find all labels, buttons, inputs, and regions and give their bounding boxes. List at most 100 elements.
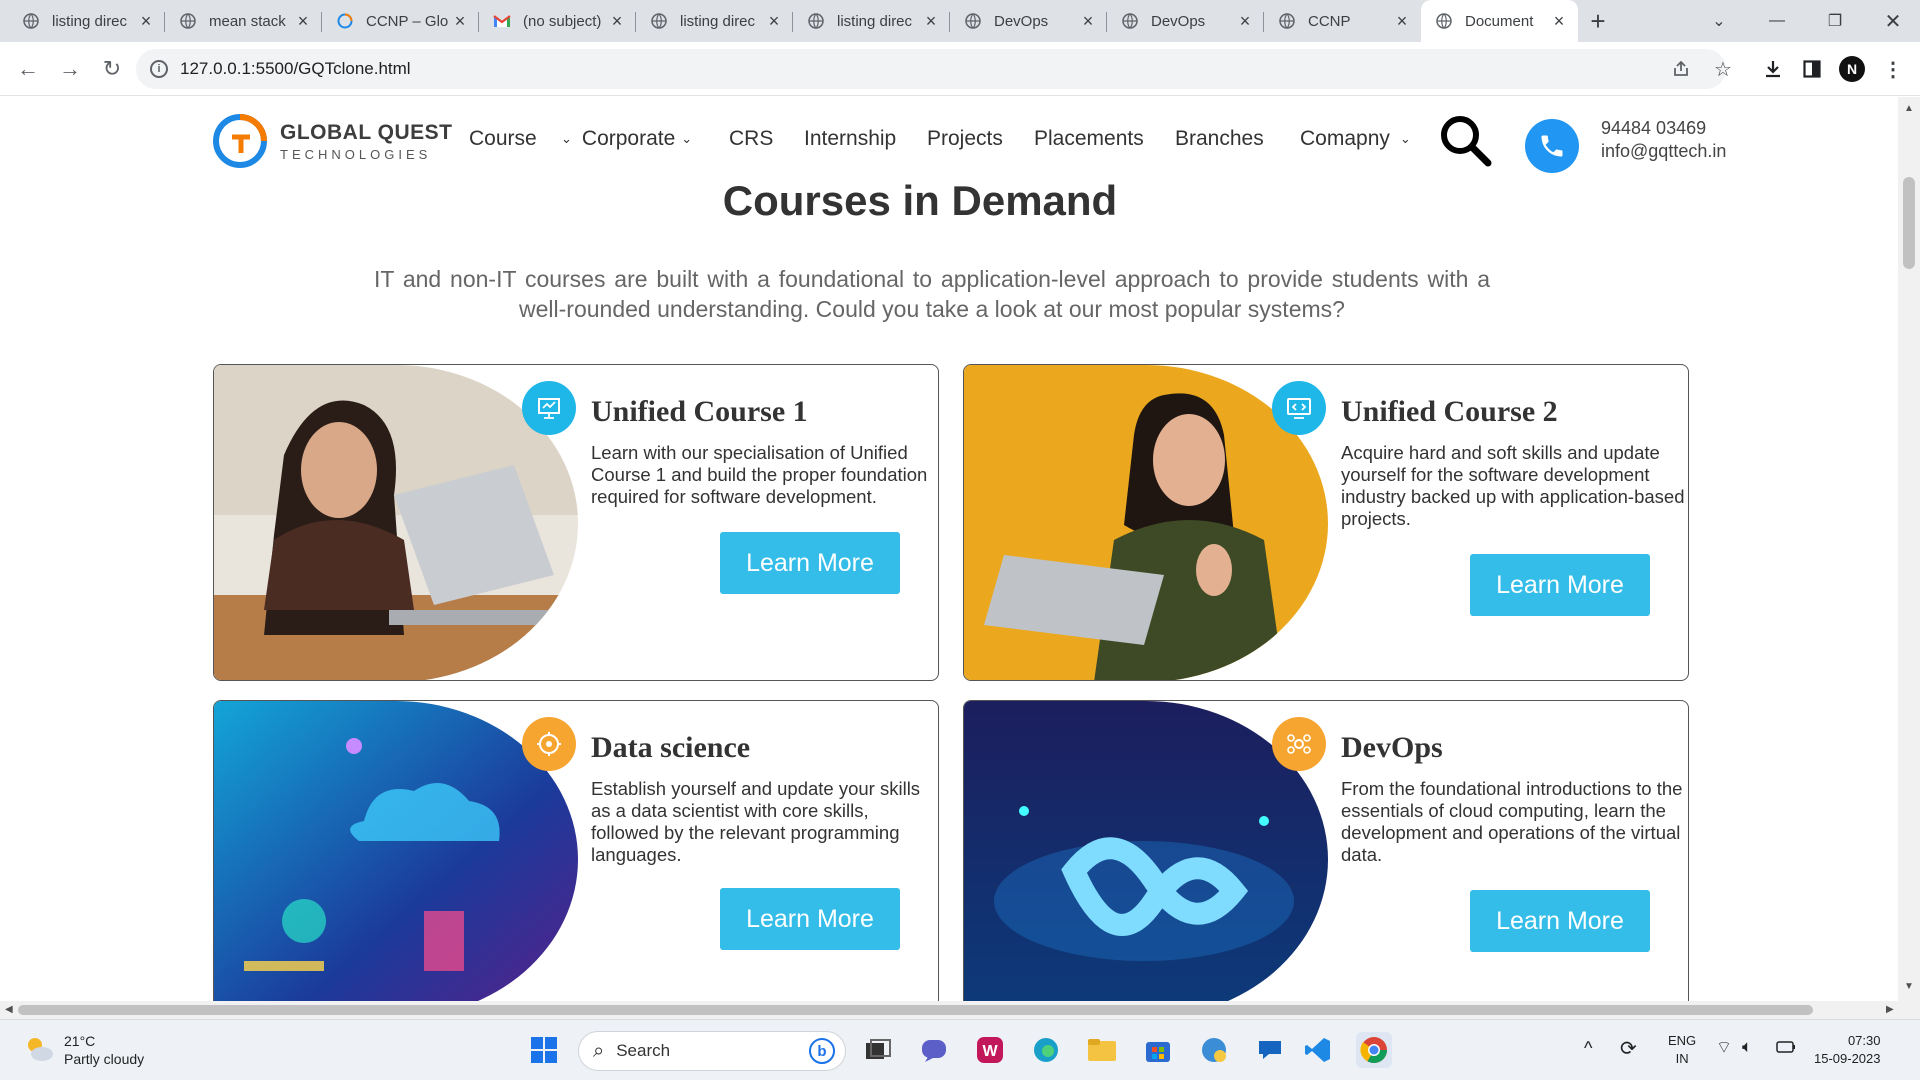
browser-tab[interactable]: Document × bbox=[1421, 0, 1578, 42]
card-title: Unified Course 2 bbox=[1341, 395, 1558, 428]
forward-button[interactable]: → bbox=[50, 49, 90, 89]
language-indicator[interactable]: ENG IN bbox=[1668, 1032, 1696, 1068]
app-w-icon[interactable]: W bbox=[972, 1032, 1008, 1068]
windows-start-icon[interactable] bbox=[526, 1032, 562, 1068]
side-panel-icon[interactable] bbox=[1797, 54, 1827, 84]
data-gear-icon bbox=[522, 717, 576, 771]
weather-widget[interactable]: 21°C Partly cloudy bbox=[64, 1032, 144, 1068]
section-heading: Courses in Demand bbox=[722, 177, 1118, 224]
weather-icon[interactable] bbox=[22, 1032, 56, 1071]
minimize-button[interactable]: — bbox=[1748, 0, 1806, 42]
close-tab-icon[interactable]: × bbox=[1393, 11, 1411, 32]
edge-icon[interactable] bbox=[1028, 1032, 1064, 1068]
browser-tab[interactable]: DevOps × bbox=[950, 0, 1107, 42]
search-icon[interactable] bbox=[1438, 113, 1492, 167]
scroll-thumb[interactable] bbox=[18, 1005, 1813, 1015]
clock[interactable]: 07:30 15-09-2023 bbox=[1814, 1032, 1881, 1068]
close-tab-icon[interactable]: × bbox=[608, 11, 626, 32]
browser-tab-strip: listing direc × mean stack × CCNP – Glo × (no … bbox=[0, 0, 1920, 42]
vscode-icon[interactable] bbox=[1300, 1032, 1336, 1068]
tab-search-chevron-icon[interactable]: ⌄ bbox=[1690, 0, 1748, 42]
task-view-icon[interactable] bbox=[860, 1032, 896, 1068]
nav-projects[interactable]: Projects bbox=[927, 127, 1003, 151]
python-icon[interactable] bbox=[1196, 1032, 1232, 1068]
nav-crs[interactable]: CRS bbox=[729, 127, 773, 151]
close-tab-icon[interactable]: × bbox=[922, 11, 940, 32]
browser-tab[interactable]: listing direc × bbox=[8, 0, 165, 42]
show-hidden-icons-chevron-icon[interactable]: ^ bbox=[1584, 1038, 1592, 1059]
bookmark-star-icon[interactable]: ☆ bbox=[1708, 54, 1738, 84]
learn-more-button[interactable]: Learn More bbox=[720, 888, 900, 950]
scroll-down-icon[interactable]: ▼ bbox=[1904, 981, 1914, 992]
taskbar-search-box[interactable]: ⌕ Search b bbox=[578, 1031, 846, 1071]
back-button[interactable]: ← bbox=[8, 49, 48, 89]
gqt-logo-icon bbox=[212, 113, 268, 169]
scroll-thumb[interactable] bbox=[1903, 177, 1915, 269]
close-tab-icon[interactable]: × bbox=[294, 11, 312, 32]
nav-internship[interactable]: Internship bbox=[804, 127, 896, 151]
learn-more-button[interactable]: Learn More bbox=[1470, 890, 1650, 952]
card-title: Unified Course 1 bbox=[591, 395, 808, 428]
phone-number[interactable]: 94484 03469 bbox=[1601, 117, 1726, 140]
web-page: GLOBAL QUEST TECHNOLOGIES Course ⌄ Corpor… bbox=[0, 97, 1898, 1001]
close-window-button[interactable]: ✕ bbox=[1864, 0, 1920, 42]
close-tab-icon[interactable]: × bbox=[1079, 11, 1097, 32]
close-tab-icon[interactable]: × bbox=[765, 11, 783, 32]
close-tab-icon[interactable]: × bbox=[137, 11, 155, 32]
globe-icon bbox=[964, 12, 982, 30]
browser-tab[interactable]: listing direc × bbox=[636, 0, 793, 42]
chrome-icon[interactable] bbox=[1356, 1032, 1392, 1068]
scroll-up-icon[interactable]: ▲ bbox=[1904, 103, 1914, 114]
browser-tab[interactable]: DevOps × bbox=[1107, 0, 1264, 42]
nav-branches[interactable]: Branches bbox=[1175, 127, 1264, 151]
chat-app-icon[interactable] bbox=[1252, 1032, 1288, 1068]
scroll-left-icon[interactable]: ◀ bbox=[5, 1004, 13, 1015]
browser-tab[interactable]: (no subject) × bbox=[479, 0, 636, 42]
profile-avatar[interactable]: N bbox=[1837, 54, 1867, 84]
close-tab-icon[interactable]: × bbox=[1236, 11, 1254, 32]
globe-icon bbox=[1121, 12, 1139, 30]
browser-tab[interactable]: CCNP – Glo × bbox=[322, 0, 479, 42]
volume-icon[interactable]: 🔈︎ bbox=[1742, 1037, 1752, 1057]
site-info-icon[interactable]: i bbox=[150, 60, 168, 78]
sync-icon[interactable]: ⟳ bbox=[1620, 1036, 1637, 1061]
learn-more-button[interactable]: Learn More bbox=[1470, 554, 1650, 616]
battery-icon[interactable] bbox=[1776, 1040, 1796, 1056]
nav-company[interactable]: Comapny ⌄ bbox=[1300, 127, 1411, 151]
browser-tab[interactable]: CCNP × bbox=[1264, 0, 1421, 42]
horizontal-scrollbar[interactable]: ◀ ▶ bbox=[0, 1001, 1920, 1019]
bing-icon[interactable]: b bbox=[809, 1038, 835, 1064]
nav-placements[interactable]: Placements bbox=[1034, 127, 1144, 151]
code-monitor-icon bbox=[1272, 381, 1326, 435]
vertical-scrollbar[interactable]: ▲ ▼ bbox=[1898, 97, 1920, 1001]
share-icon[interactable] bbox=[1666, 54, 1696, 84]
nav-corporate[interactable]: ⌄ Corporate ⌄ bbox=[561, 127, 692, 151]
close-tab-icon[interactable]: × bbox=[1550, 11, 1568, 32]
svg-text:W: W bbox=[982, 1043, 998, 1060]
nav-course[interactable]: Course bbox=[469, 127, 537, 151]
site-logo[interactable]: GLOBAL QUEST TECHNOLOGIES bbox=[212, 113, 452, 169]
wifi-icon[interactable]: ⌔ bbox=[1716, 1037, 1732, 1058]
browser-tab[interactable]: mean stack × bbox=[165, 0, 322, 42]
course-card-unified-2: Unified Course 2 Acquire hard and soft s… bbox=[963, 364, 1689, 681]
reload-button[interactable]: ↻ bbox=[92, 49, 132, 89]
file-explorer-icon[interactable] bbox=[1084, 1032, 1120, 1068]
learn-more-button[interactable]: Learn More bbox=[720, 532, 900, 594]
chevron-down-icon: ⌄ bbox=[561, 131, 572, 146]
teams-chat-icon[interactable] bbox=[916, 1032, 952, 1068]
restore-button[interactable]: ❐ bbox=[1806, 0, 1864, 42]
address-bar[interactable]: i 127.0.0.1:5500/GQTclone.html bbox=[136, 49, 1726, 89]
card-description: Establish yourself and update your skill… bbox=[591, 778, 921, 865]
close-tab-icon[interactable]: × bbox=[451, 11, 469, 32]
windows-taskbar: 21°C Partly cloudy ⌕ Search b W ^ ⟳ ENG … bbox=[0, 1019, 1920, 1080]
microsoft-store-icon[interactable] bbox=[1140, 1032, 1176, 1068]
download-icon[interactable] bbox=[1758, 54, 1788, 84]
new-tab-button[interactable]: + bbox=[1578, 0, 1618, 42]
menu-kebab-icon[interactable]: ⋮ bbox=[1878, 54, 1908, 84]
phone-icon[interactable] bbox=[1525, 119, 1579, 173]
chevron-down-icon: ⌄ bbox=[1399, 131, 1411, 146]
browser-tab[interactable]: listing direc × bbox=[793, 0, 950, 42]
scroll-right-icon[interactable]: ▶ bbox=[1886, 1004, 1894, 1015]
tab-title: DevOps bbox=[994, 12, 1049, 30]
email-address[interactable]: info@gqttech.in bbox=[1601, 140, 1726, 163]
